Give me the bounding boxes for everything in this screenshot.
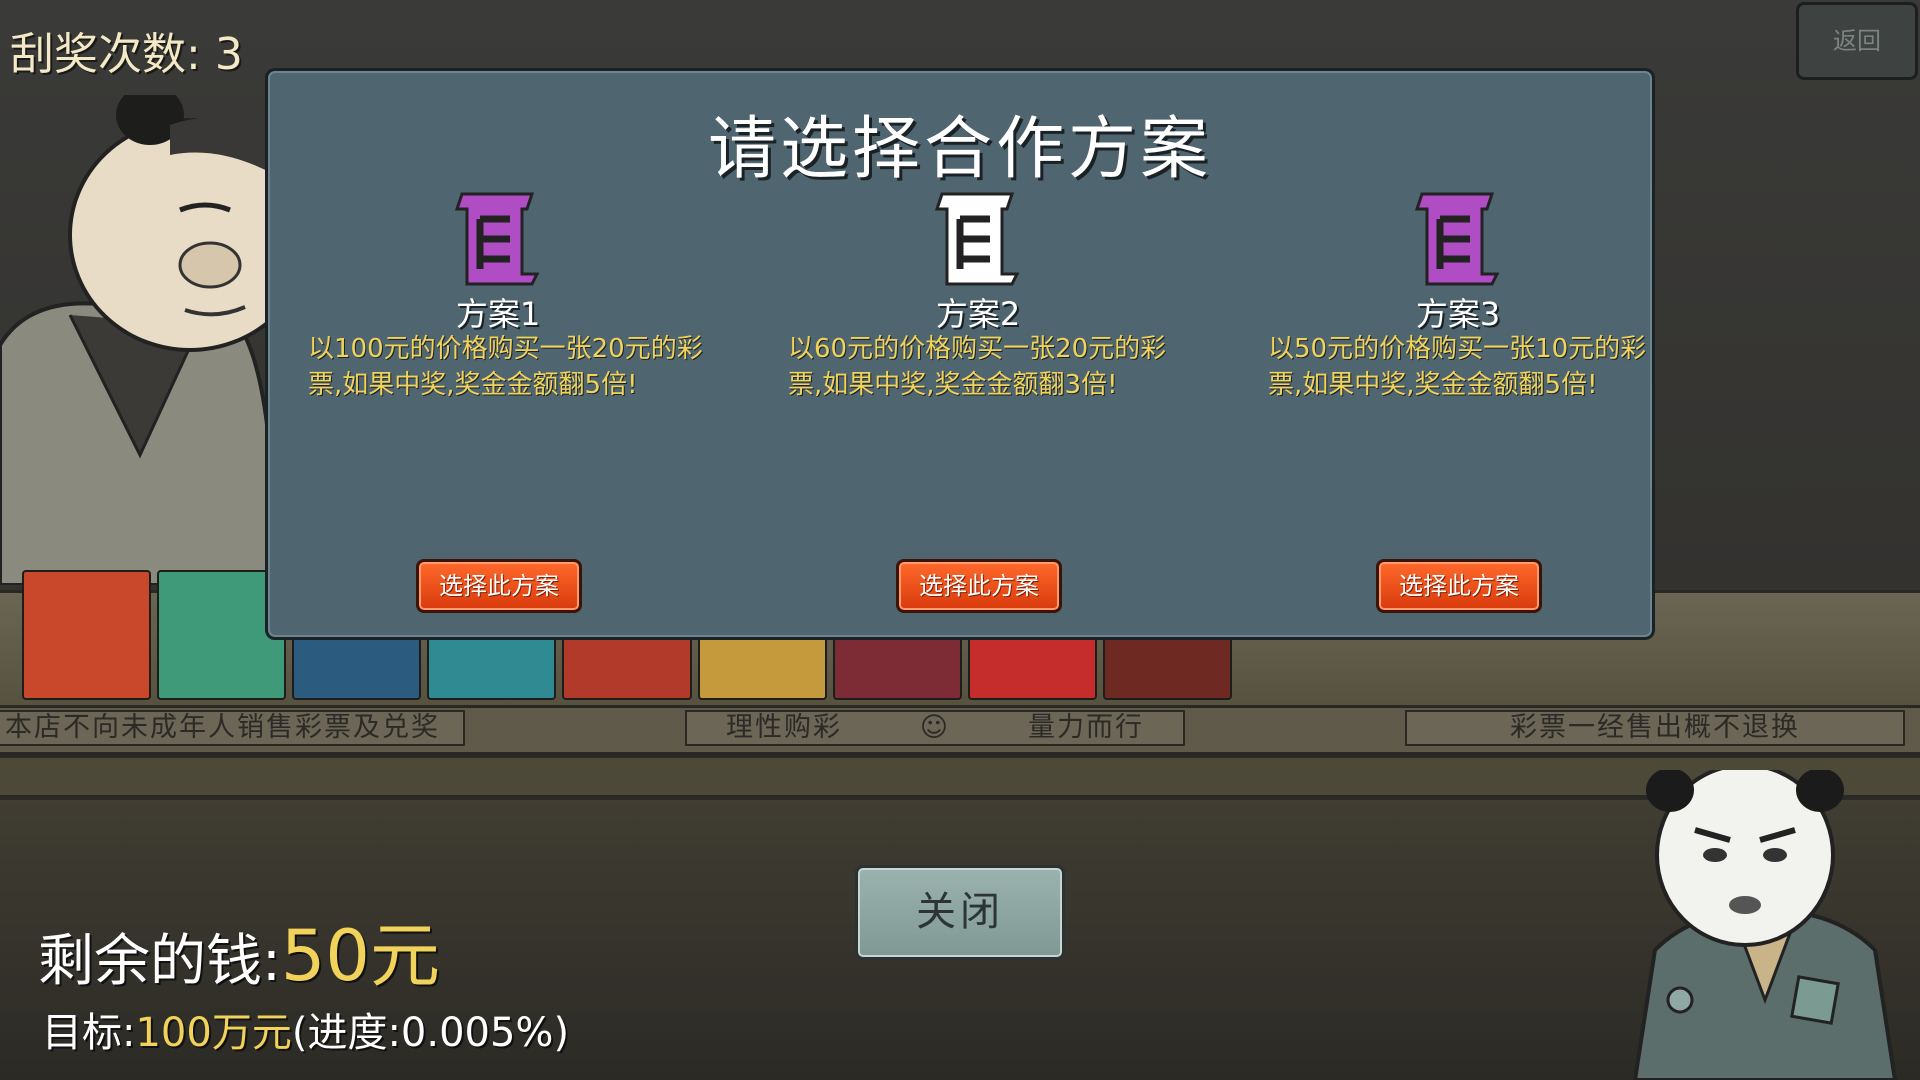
scroll-icon xyxy=(1414,192,1500,286)
select-plan-1-button[interactable]: 选择此方案 xyxy=(416,559,582,613)
select-plan-2-button[interactable]: 选择此方案 xyxy=(896,559,1062,613)
scratch-count-value: 3 xyxy=(214,29,243,80)
plan-select-dialog: 请选择合作方案 方案1 以100元的价格购买一张20元的彩票,如果中奖,奖金金额… xyxy=(265,68,1655,640)
scratch-count-label: 刮奖次数: xyxy=(10,29,201,80)
smiley-icon: ☺ xyxy=(919,712,951,743)
plan-description: 以50元的价格购买一张10元的彩票,如果中奖,奖金金额翻5倍! xyxy=(1268,334,1647,400)
sign-responsible: 理性购彩 ☺ 量力而行 xyxy=(685,710,1185,746)
scratch-count: 刮奖次数: 3 xyxy=(10,18,243,82)
shopkeeper-character xyxy=(0,95,275,585)
select-plan-3-button[interactable]: 选择此方案 xyxy=(1376,559,1542,613)
sign-responsible-right: 量力而行 xyxy=(1028,712,1144,743)
plan-name: 方案1 xyxy=(455,295,541,333)
lottery-ticket xyxy=(22,570,152,700)
goal-value: 100万元 xyxy=(135,1010,292,1056)
plan-description: 以60元的价格购买一张20元的彩票,如果中奖,奖金金额翻3倍! xyxy=(788,334,1167,400)
goal-display: 目标:100万元(进度:0.005%) xyxy=(42,1000,569,1058)
sign-responsible-left: 理性购彩 xyxy=(725,712,842,743)
money-value: 50元 xyxy=(280,915,440,997)
plan-card-2: 方案2 以60元的价格购买一张20元的彩票,如果中奖,奖金金额翻3倍! 选择此方… xyxy=(768,189,1168,629)
plan-card-1: 方案1 以100元的价格购买一张20元的彩票,如果中奖,奖金金额翻5倍! 选择此… xyxy=(288,189,703,629)
goal-label: 目标: xyxy=(42,1010,136,1056)
close-button[interactable]: 关闭 xyxy=(855,865,1065,960)
goal-progress: (进度:0.005%) xyxy=(291,1010,570,1056)
dialog-title: 请选择合作方案 xyxy=(707,110,1212,189)
sign-minors: 本店不向未成年人销售彩票及兑奖 xyxy=(0,710,465,746)
back-button[interactable]: 返回 xyxy=(1796,2,1918,80)
sign-no-refund: 彩票一经售出概不退换 xyxy=(1405,710,1905,746)
scroll-icon xyxy=(934,192,1020,286)
plan-name: 方案2 xyxy=(935,295,1021,333)
plan-description: 以100元的价格购买一张20元的彩票,如果中奖,奖金金额翻5倍! xyxy=(308,334,703,400)
money-label: 剩余的钱: xyxy=(38,929,281,994)
plan-card-3: 方案3 以50元的价格购买一张10元的彩票,如果中奖,奖金金额翻5倍! 选择此方… xyxy=(1248,189,1648,629)
money-display: 剩余的钱:50元 xyxy=(38,900,440,1001)
scroll-icon xyxy=(454,192,540,286)
plan-name: 方案3 xyxy=(1415,295,1501,333)
player-character xyxy=(1632,770,1898,1080)
